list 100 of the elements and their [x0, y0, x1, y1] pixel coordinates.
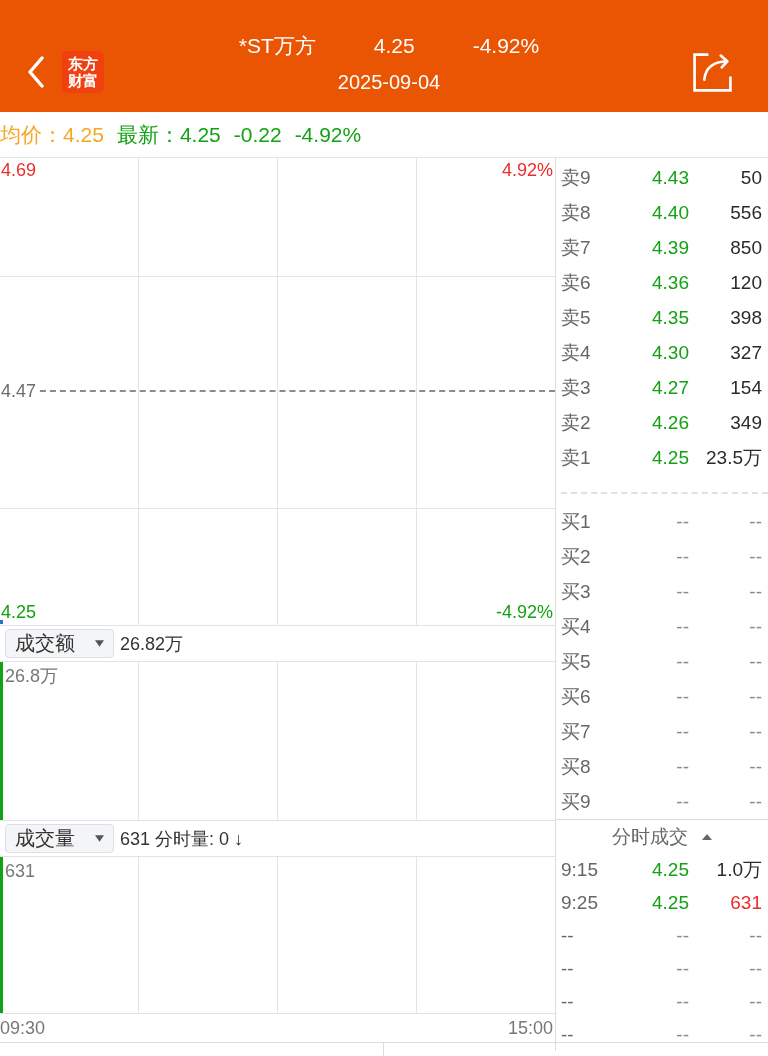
bid-volume: --	[748, 615, 762, 638]
ask-price: 4.30	[651, 341, 689, 364]
bid-volume: --	[748, 545, 762, 568]
trade-volume: --	[748, 1023, 762, 1046]
average-price: 均价：4.25	[0, 121, 104, 148]
trades-sort-button[interactable]: 分时成交	[612, 823, 712, 850]
bid-volume: --	[748, 790, 762, 813]
ask-volume: 154	[729, 376, 762, 399]
metric-dropdown[interactable]: 成交量	[5, 824, 114, 853]
trade-time: --	[561, 924, 575, 947]
price-change: -0.22	[233, 122, 282, 147]
bid-volume: --	[748, 720, 762, 743]
chevron-left-icon	[26, 56, 46, 88]
volume-axis-label: 631	[5, 860, 36, 882]
ask-volume: 398	[729, 306, 762, 329]
ask-level-label: 卖6	[561, 270, 592, 295]
bid-volume: --	[748, 685, 762, 708]
trade-price: --	[675, 990, 689, 1013]
header-change: -4.92%	[472, 33, 540, 59]
time-start-label: 09:30	[0, 1017, 46, 1039]
trade-time: --	[561, 957, 575, 980]
stock-name: *ST万方	[238, 33, 316, 59]
time-end-label: 15:00	[507, 1017, 553, 1039]
volume-value: 631 分时量: 0 ↓	[120, 827, 244, 851]
bid-price: --	[675, 790, 689, 813]
ask-level-label: 卖2	[561, 410, 592, 435]
bid-price: --	[675, 755, 689, 778]
ask-level-label: 卖4	[561, 340, 592, 365]
caret-up-icon	[702, 833, 712, 840]
bid-level-label: 买5	[561, 649, 592, 674]
trade-volume: --	[748, 924, 762, 947]
ask-volume: 349	[729, 411, 762, 434]
ask-volume: 120	[729, 271, 762, 294]
ask-volume: 556	[729, 201, 762, 224]
bid-volume: --	[748, 650, 762, 673]
ask-price: 4.43	[651, 166, 689, 189]
trade-price: 4.25	[651, 891, 689, 914]
trade-time: --	[561, 990, 575, 1013]
trade-time: 9:15	[561, 858, 599, 881]
ask-volume: 327	[729, 341, 762, 364]
bid-level-label: 买8	[561, 754, 592, 779]
ask-volume: 50	[739, 166, 762, 189]
trade-volume: 1.0万	[715, 857, 762, 882]
bid-volume: --	[748, 510, 762, 533]
ask-level-label: 卖7	[561, 235, 592, 260]
ask-volume: 850	[729, 236, 762, 259]
bid-price: --	[675, 720, 689, 743]
caret-down-icon	[95, 640, 104, 647]
share-button[interactable]	[692, 51, 733, 93]
ask-price: 4.25	[651, 446, 689, 469]
trade-volume: --	[748, 990, 762, 1013]
trade-time: 9:25	[561, 891, 599, 914]
header-date: 2025-09-04	[337, 70, 441, 95]
bid-level-label: 买9	[561, 789, 592, 814]
trade-price: --	[675, 957, 689, 980]
change-percent: -4.92%	[294, 122, 362, 147]
bid-price: --	[675, 650, 689, 673]
trade-price: 4.25	[651, 858, 689, 881]
bid-level-label: 买3	[561, 579, 592, 604]
bid-level-label: 买7	[561, 719, 592, 744]
ask-level-label: 卖9	[561, 165, 592, 190]
back-button[interactable]	[26, 56, 46, 88]
bid-level-label: 买2	[561, 544, 592, 569]
latest-price: 最新：4.25	[116, 121, 221, 148]
bid-level-label: 买4	[561, 614, 592, 639]
change-high-label: 4.92%	[501, 159, 553, 181]
bid-level-label: 买1	[561, 509, 592, 534]
ask-price: 4.27	[651, 376, 689, 399]
header-price: 4.25	[373, 33, 415, 59]
amount-value: 26.82万	[120, 632, 184, 656]
bid-price: --	[675, 580, 689, 603]
ask-level-label: 卖5	[561, 305, 592, 330]
trade-price: --	[675, 924, 689, 947]
bid-price: --	[675, 545, 689, 568]
trade-volume: 631	[729, 891, 762, 914]
amount-axis-label: 26.8万	[5, 665, 59, 687]
metric-dropdown[interactable]: 成交额	[5, 629, 114, 658]
ask-level-label: 卖1	[561, 445, 592, 470]
ask-price: 4.40	[651, 201, 689, 224]
ask-price: 4.36	[651, 271, 689, 294]
price-high-label: 4.69	[1, 159, 37, 181]
bid-price: --	[675, 510, 689, 533]
ask-volume: 23.5万	[705, 445, 762, 470]
trade-price: --	[675, 1023, 689, 1046]
bid-level-label: 买6	[561, 684, 592, 709]
bid-volume: --	[748, 755, 762, 778]
change-low-label: -4.92%	[495, 601, 553, 623]
trade-time: --	[561, 1023, 575, 1046]
caret-down-icon	[95, 835, 104, 842]
ask-price: 4.35	[651, 306, 689, 329]
ask-price: 4.26	[651, 411, 689, 434]
price-low-label: 4.25	[1, 601, 37, 623]
ask-level-label: 卖8	[561, 200, 592, 225]
share-icon	[692, 51, 733, 93]
app-logo: 东方财富	[62, 51, 104, 93]
ask-price: 4.39	[651, 236, 689, 259]
trade-volume: --	[748, 957, 762, 980]
bid-volume: --	[748, 580, 762, 603]
bid-price: --	[675, 615, 689, 638]
bid-price: --	[675, 685, 689, 708]
